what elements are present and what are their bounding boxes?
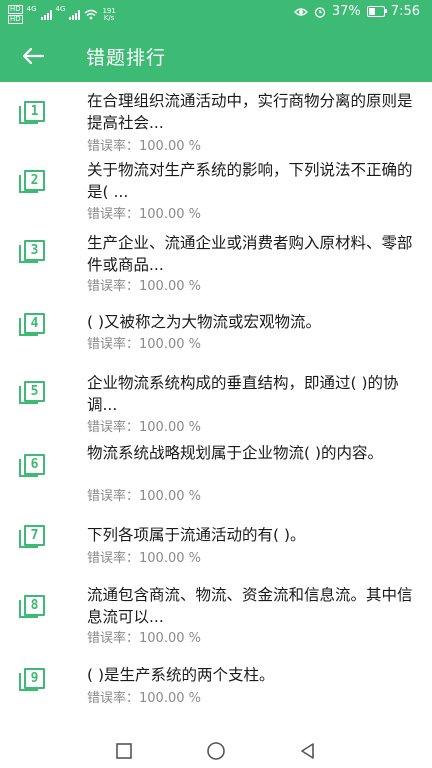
battery-icon (366, 6, 387, 17)
app-bar: 错题排行 (0, 30, 432, 82)
error-rate-value: 100.00 % (139, 279, 201, 294)
square-icon (116, 743, 132, 759)
error-rate-label: 错误率： (87, 420, 140, 435)
number-icon: 7 (19, 525, 45, 549)
error-rate-value: 100.00 % (139, 489, 201, 504)
error-rate-label: 错误率： (87, 631, 140, 646)
eye-icon (293, 7, 308, 16)
number-icon: 9 (19, 668, 45, 692)
number-icon: 2 (19, 170, 45, 194)
error-rate: 错误率：100.00 % (87, 627, 201, 646)
number-icon: 4 (19, 313, 45, 337)
error-rate-value: 100.00 % (139, 551, 201, 566)
network-speed: 191 K/s (102, 6, 116, 22)
hd-badge: HD (8, 5, 23, 14)
list-item[interactable]: 1 在合理组织流通活动中，实行商物分离的原则是提高社会... 错误率：100.0… (0, 87, 432, 154)
question-text: 在合理组织流通活动中，实行商物分离的原则是提高社会... (87, 92, 413, 132)
question-text: 流通包含商流、物流、资金流和信息流。其中信息流可以... (87, 586, 413, 626)
question-text: 生产企业、流通企业或消费者购入原材料、零部件或商品... (87, 234, 413, 274)
circle-icon (207, 742, 225, 760)
question-list[interactable]: 1 在合理组织流通活动中，实行商物分离的原则是提高社会... 错误率：100.0… (0, 82, 432, 733)
page-title: 错题排行 (86, 47, 167, 69)
hd-badge: HD (8, 15, 23, 24)
error-rate-label: 错误率： (87, 489, 140, 504)
error-rate-label: 错误率： (87, 279, 140, 294)
error-rate: 错误率：100.00 % (87, 485, 201, 504)
error-rate: 错误率：100.00 % (87, 687, 201, 706)
hd-badges: HD HD (8, 5, 23, 24)
list-item[interactable]: 5 企业物流系统构成的垂直结构，即通过( )的协调... 错误率：100.00 … (0, 372, 432, 438)
error-rate-label: 错误率： (87, 691, 140, 706)
wifi-icon (84, 9, 98, 20)
list-item[interactable]: 3 生产企业、流通企业或消费者购入原材料、零部件或商品... 错误率：100.0… (0, 230, 432, 296)
error-rate-label: 错误率： (87, 551, 140, 566)
error-rate-value: 100.00 % (139, 337, 201, 352)
error-rate-value: 100.00 % (139, 207, 201, 222)
error-rate-label: 错误率： (87, 337, 140, 352)
alarm-icon (314, 6, 326, 18)
home-button[interactable] (205, 740, 227, 762)
error-rate: 错误率：100.00 % (87, 135, 201, 154)
error-rate-value: 100.00 % (139, 139, 201, 154)
sig1-label: 4G (26, 5, 37, 13)
error-rate-value: 100.00 % (139, 691, 201, 706)
status-left: HD HD 4G 4G 191 K/s (8, 5, 116, 24)
list-item[interactable]: 2 关于物流对生产系统的影响，下列说法不正确的是( ... 错误率：100.00… (0, 156, 432, 222)
list-item[interactable]: 9 ( )是生产系统的两个支柱。 错误率：100.00 % (0, 662, 432, 712)
question-text: 企业物流系统构成的垂直结构，即通过( )的协调... (87, 374, 399, 414)
list-item[interactable]: 7 下列各项属于流通活动的有( )。 错误率：100.00 % (0, 521, 432, 571)
arrow-left-icon (22, 47, 45, 65)
error-rate-label: 错误率： (87, 207, 140, 222)
error-rate: 错误率：100.00 % (87, 416, 201, 435)
back-button[interactable] (16, 40, 52, 72)
signal-icon (40, 9, 52, 20)
list-item[interactable]: 8 流通包含商流、物流、资金流和信息流。其中信息流可以... 错误率：100.0… (0, 582, 432, 648)
question-text: ( )又被称之为大物流或宏观物流。 (87, 313, 322, 331)
number-icon: 6 (19, 454, 45, 478)
battery-percent: 37% (331, 4, 361, 19)
error-rate: 错误率：100.00 % (87, 333, 201, 352)
number-icon: 8 (19, 595, 45, 619)
signal-icon (69, 9, 81, 20)
clock: 7:56 (390, 4, 420, 19)
system-nav-bar (0, 733, 432, 768)
number-icon: 1 (19, 101, 45, 125)
sig2-label: 4G (55, 5, 66, 13)
error-rate: 错误率：100.00 % (87, 203, 201, 222)
question-text: ( )是生产系统的两个支柱。 (87, 666, 275, 684)
question-text: 关于物流对生产系统的影响，下列说法不正确的是( ... (87, 161, 413, 201)
recents-button[interactable] (113, 740, 135, 762)
error-rate: 错误率：100.00 % (87, 275, 201, 294)
back-nav-button[interactable] (297, 740, 319, 762)
question-text: 物流系统战略规划属于企业物流( )的内容。 (87, 444, 384, 462)
status-right: 37% 7:56 (293, 4, 420, 19)
list-item[interactable]: 4 ( )又被称之为大物流或宏观物流。 错误率：100.00 % (0, 306, 432, 356)
number-icon: 5 (19, 381, 45, 405)
triangle-left-icon (301, 743, 314, 759)
question-text: 下列各项属于流通活动的有( )。 (87, 526, 306, 544)
list-item[interactable]: 6 物流系统战略规划属于企业物流( )的内容。 错误率：100.00 % (0, 442, 432, 508)
error-rate: 错误率：100.00 % (87, 547, 201, 566)
error-rate-label: 错误率： (87, 139, 140, 154)
status-bar: HD HD 4G 4G 191 K/s 37% 7:56 (0, 0, 432, 30)
error-rate-value: 100.00 % (139, 631, 201, 646)
error-rate-value: 100.00 % (139, 420, 201, 435)
number-icon: 3 (19, 240, 45, 264)
